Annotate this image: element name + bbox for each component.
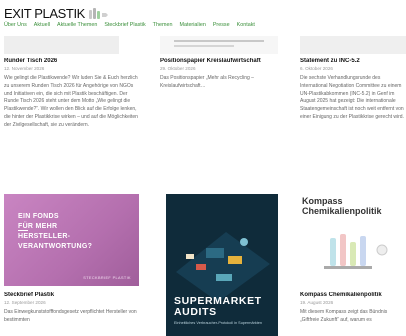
card-kompass[interactable]: Kompass Chemikalienpolitik 19. August 20… — [300, 292, 406, 325]
card-statement-inc[interactable]: Statement zu INC-5.2 6. Oktober 2026 Die… — [300, 58, 406, 122]
plastic-bottle-logo-icon — [88, 7, 108, 19]
card-excerpt: Das Positionspapier „Mehr als Recycling … — [160, 75, 254, 89]
card-1-image[interactable] — [4, 36, 119, 54]
logo-text: EXIT PLASTIK — [4, 6, 85, 21]
card-excerpt: Das Einwegkunststofffondsgesetz verpflic… — [4, 309, 137, 323]
nav-materialien[interactable]: Materialien — [179, 22, 205, 28]
kompass-title-line-1: Kompass — [302, 196, 343, 206]
fonds-line-4: VERANTWORTUNG? — [18, 243, 93, 251]
card-date: 12. November 2026 — [4, 66, 45, 71]
card-title[interactable]: Steckbrief Plastik — [4, 292, 142, 298]
audit-title: SUPERMARKET AUDITS — [174, 295, 262, 319]
fonds-headline: EIN FONDS FÜR MEHR HERSTELLER- VERANTWOR… — [18, 212, 92, 253]
card-date: 12. September 2026 — [4, 300, 46, 305]
card-3-image[interactable] — [300, 36, 406, 54]
card-excerpt: Die sechste Verhandlungsrunde des Intern… — [300, 75, 404, 120]
card-2-image[interactable] — [160, 36, 278, 54]
card-excerpt: Wie gelingt die Plastikwende? Wir luden … — [4, 75, 138, 128]
card-title[interactable]: Runder Tisch 2026 — [4, 58, 142, 64]
card-excerpt: Mit diesem Kompass zeigt das Bündnis „Gi… — [300, 309, 388, 323]
nav-kontakt[interactable]: Kontakt — [237, 22, 255, 28]
card-steckbrief-plastik[interactable]: Steckbrief Plastik 12. September 2026 Da… — [4, 292, 142, 325]
card-date: 6. Oktober 2026 — [300, 66, 333, 71]
fonds-small-label: STECKBRIEF PLASTIK — [83, 276, 131, 280]
lab-vials-illustration — [324, 234, 388, 269]
nav-steckbrief-plastik[interactable]: Steckbrief Plastik — [104, 22, 145, 28]
supermarket-audits-image[interactable]: SUPERMARKET AUDITS Einheitliches Verbrau… — [166, 194, 278, 336]
card-date: 29. Oktober 2026 — [160, 66, 196, 71]
fonds-image[interactable]: EIN FONDS FÜR MEHR HERSTELLER- VERANTWOR… — [4, 194, 139, 286]
site-header: EXIT PLASTIK Über Uns Aktuell Aktuelle T… — [0, 0, 406, 34]
fonds-line-1: EIN FONDS — [18, 213, 59, 220]
card-title[interactable]: Positionspapier Kreislaufwirtschaft — [160, 58, 282, 64]
fonds-line-2: FÜR MEHR — [18, 223, 58, 231]
nav-presse[interactable]: Presse — [213, 22, 230, 28]
card-runder-tisch[interactable]: Runder Tisch 2026 12. November 2026 Wie … — [4, 58, 142, 129]
card-title[interactable]: Kompass Chemikalienpolitik — [300, 292, 406, 298]
nav-ueber-uns[interactable]: Über Uns — [4, 22, 27, 28]
card-positionspapier[interactable]: Positionspapier Kreislaufwirtschaft 29. … — [160, 58, 282, 91]
logo[interactable]: EXIT PLASTIK — [4, 6, 110, 21]
nav-themen[interactable]: Themen — [153, 22, 173, 28]
kompass-title: Kompass Chemikalienpolitik — [302, 196, 382, 217]
card-title[interactable]: Statement zu INC-5.2 — [300, 58, 406, 64]
fonds-line-3: HERSTELLER- — [18, 233, 71, 241]
card-date: 19. August 2026 — [300, 300, 334, 305]
audit-subtitle: Einheitliches Verbraucher-Protokoll in S… — [174, 321, 263, 325]
audit-title-line-2: AUDITS — [174, 306, 217, 319]
nav-aktuell[interactable]: Aktuell — [34, 22, 50, 28]
kompass-title-line-2: Chemikalienpolitik — [302, 206, 382, 217]
main-nav: Über Uns Aktuell Aktuelle Themen Steckbr… — [4, 22, 262, 28]
nav-aktuelle-themen[interactable]: Aktuelle Themen — [57, 22, 97, 28]
kompass-image[interactable]: Kompass Chemikalienpolitik — [300, 194, 406, 286]
